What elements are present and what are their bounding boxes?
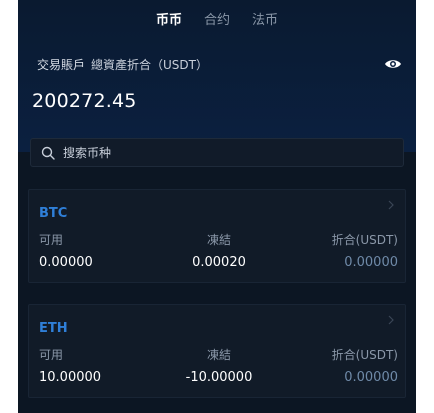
eye-icon[interactable] bbox=[384, 56, 402, 72]
available-label: 可用 bbox=[39, 233, 64, 247]
total-balance: 200272.45 bbox=[32, 90, 137, 112]
total-assets-label: 總資產折合（USDT） bbox=[91, 58, 208, 72]
frozen-value: -10.00000 bbox=[185, 370, 253, 385]
search-icon bbox=[41, 146, 55, 160]
chevron-right-icon bbox=[388, 200, 394, 210]
equiv-label: 折合(USDT) bbox=[331, 233, 398, 247]
asset-card-eth[interactable]: ETH 可用 凍結 折合(USDT) 10.00000 -10.00000 0.… bbox=[28, 304, 406, 398]
tab-fiat[interactable]: 法币 bbox=[252, 9, 278, 31]
account-title: 交易賬戶 bbox=[37, 58, 86, 72]
asset-tabs: 币币 合约 法币 bbox=[18, 9, 416, 31]
asset-symbol: BTC bbox=[39, 206, 68, 221]
search-bar[interactable] bbox=[30, 138, 404, 167]
frozen-label: 凍結 bbox=[206, 348, 231, 362]
wallet-app: 币币 合约 法币 交易賬戶總資產折合（USDT） 200272.45 BTC 可… bbox=[18, 0, 416, 413]
equiv-value: 0.00000 bbox=[344, 370, 398, 385]
equiv-value: 0.00000 bbox=[344, 255, 398, 270]
tab-spot[interactable]: 币币 bbox=[156, 9, 182, 31]
search-input[interactable] bbox=[63, 145, 383, 160]
available-label: 可用 bbox=[39, 348, 64, 362]
frozen-value: 0.00020 bbox=[192, 255, 246, 270]
account-header: 币币 合约 法币 交易賬戶 總資產折合（USDT） 200272.45 bbox=[18, 0, 416, 152]
asset-card-btc[interactable]: BTC 可用 凍結 折合(USDT) 0.00000 0.00020 0.000… bbox=[28, 189, 406, 283]
available-value: 10.00000 bbox=[39, 370, 102, 385]
account-title-row: 交易賬戶 總資產折合（USDT） bbox=[37, 56, 208, 73]
asset-symbol: ETH bbox=[39, 321, 68, 336]
tab-futures[interactable]: 合约 bbox=[204, 9, 230, 31]
frozen-label: 凍結 bbox=[206, 233, 231, 247]
equiv-label: 折合(USDT) bbox=[331, 348, 398, 362]
available-value: 0.00000 bbox=[39, 255, 93, 270]
chevron-right-icon bbox=[388, 315, 394, 325]
